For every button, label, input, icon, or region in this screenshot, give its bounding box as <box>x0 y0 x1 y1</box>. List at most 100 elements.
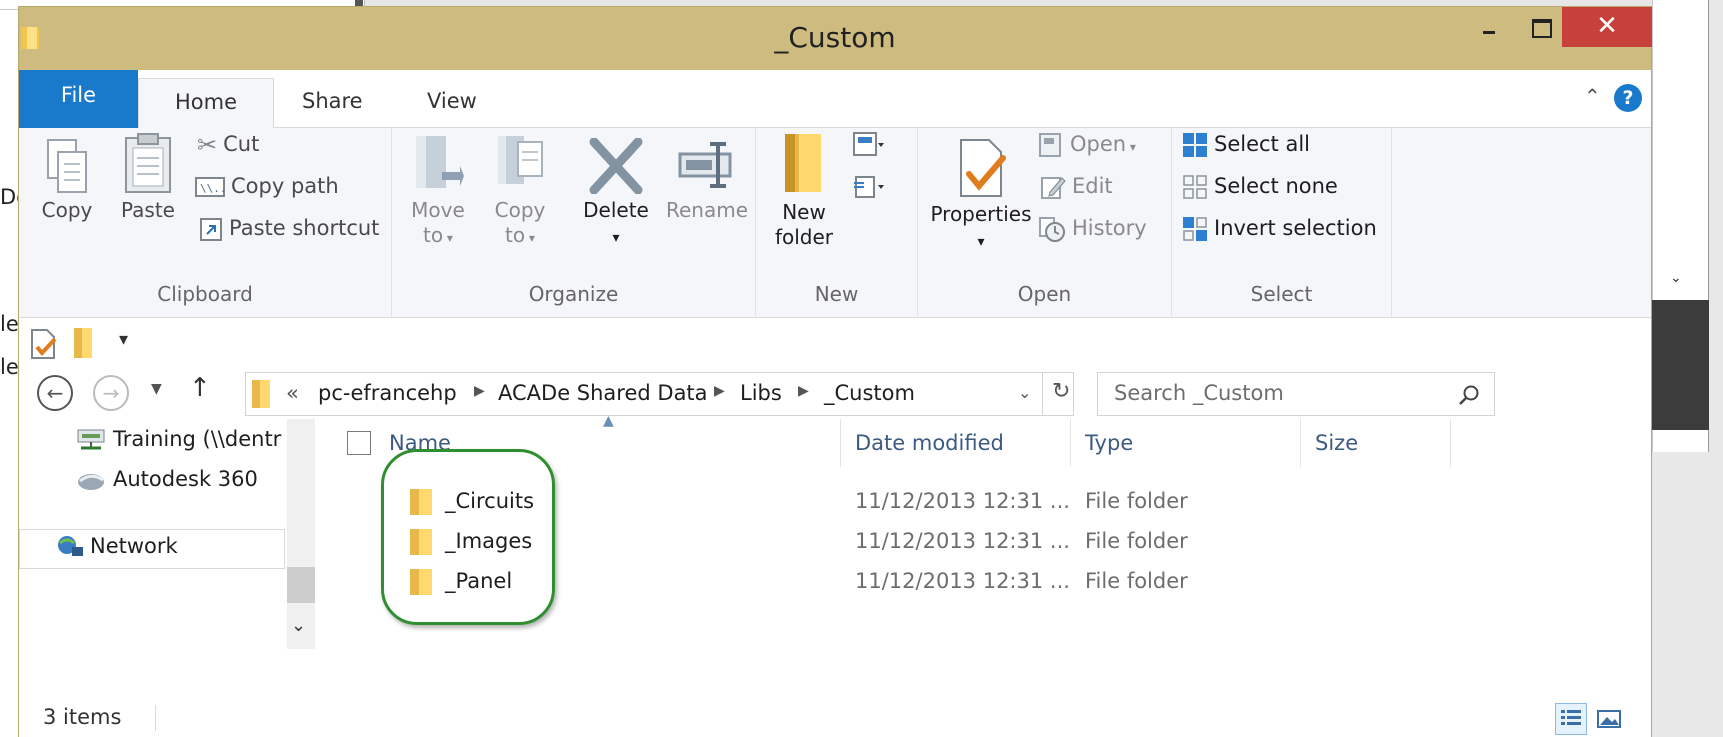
window-title: _Custom <box>774 21 896 54</box>
copy-path-button[interactable]: \\.. Copy path <box>195 170 339 202</box>
up-button[interactable]: ↑ <box>189 373 211 403</box>
new-group: New folder New <box>756 128 918 318</box>
customize-toolbar-icon[interactable]: ▾ <box>119 329 128 350</box>
tab-home[interactable]: Home <box>138 78 274 128</box>
history-button[interactable]: History <box>1038 212 1147 244</box>
select-none-label: Select none <box>1214 174 1338 198</box>
copy-to-label-2: to <box>505 223 526 247</box>
ribbon-tabs: File Home Share View ⌃ ? <box>19 70 1651 128</box>
new-item-button[interactable] <box>852 128 890 160</box>
close-button[interactable]: ✕ <box>1562 7 1652 47</box>
scroll-down-icon[interactable]: ⌄ <box>291 615 306 636</box>
rename-button[interactable]: Rename <box>662 138 752 223</box>
breadcrumb-separator-icon[interactable]: ▶ <box>714 383 725 399</box>
minimize-ribbon-icon[interactable]: ⌃ <box>1584 84 1601 108</box>
recent-locations-button[interactable]: ▼ <box>151 381 162 397</box>
cut-button[interactable]: ✂ Cut <box>197 128 259 160</box>
dropdown-arrow-icon: ▾ <box>977 234 985 250</box>
move-to-button[interactable]: Move to ▾ <box>406 132 470 251</box>
invert-selection-button[interactable]: Invert selection <box>1182 212 1377 244</box>
properties-icon <box>960 139 1006 197</box>
invert-selection-icon <box>1183 217 1207 241</box>
rename-label: Rename <box>665 198 749 222</box>
copy-button[interactable]: Copy <box>37 138 97 223</box>
file-type: File folder <box>1085 569 1188 593</box>
large-icons-view-button[interactable] <box>1593 703 1625 735</box>
forward-button[interactable]: → <box>93 375 129 411</box>
file-type: File folder <box>1085 529 1188 553</box>
new-group-label: New <box>814 282 859 306</box>
nav-item-autodesk-360[interactable]: Autodesk 360 <box>75 467 258 492</box>
back-button[interactable]: ← <box>37 375 73 411</box>
background-text-fragment: le <box>0 312 19 336</box>
edit-button[interactable]: Edit <box>1040 170 1113 202</box>
nav-item-training[interactable]: Training (\\dentr <box>75 427 281 452</box>
details-view-button[interactable] <box>1555 703 1587 735</box>
chevron-down-icon[interactable]: ⌄ <box>1018 383 1031 402</box>
tab-share[interactable]: Share <box>274 78 391 128</box>
rename-icon <box>678 142 732 188</box>
paste-button[interactable]: Paste <box>117 132 179 223</box>
file-date: 11/12/2013 12:31 ... <box>855 569 1070 593</box>
new-folder-icon[interactable] <box>71 327 97 359</box>
svg-text:\\..: \\.. <box>200 182 225 195</box>
title-bar[interactable]: _Custom ✕ <box>19 7 1652 70</box>
open-group: Properties ▾ Open ▾ Edit History Open <box>918 128 1172 318</box>
breadcrumb-overflow[interactable]: « <box>286 381 299 405</box>
clipboard-group-label: Clipboard <box>157 282 253 306</box>
edit-icon <box>1041 177 1066 199</box>
nav-scrollbar-thumb[interactable] <box>287 567 315 603</box>
address-bar[interactable]: « pc-efrancehp ▶ ACADe Shared Data ▶ Lib… <box>245 372 1074 416</box>
history-label: History <box>1072 216 1147 240</box>
breadcrumb-separator-icon[interactable]: ▶ <box>474 383 485 399</box>
breadcrumb-item[interactable]: _Custom <box>824 381 915 405</box>
select-all-checkbox[interactable] <box>347 431 371 455</box>
folder-icon <box>252 380 270 408</box>
open-button[interactable]: Open ▾ <box>1038 128 1136 160</box>
navigation-bar: ← → ▼ ↑ « pc-efrancehp ▶ ACADe Shared Da… <box>19 369 1651 419</box>
select-group: Select all Select none Invert selection … <box>1172 128 1392 318</box>
search-box[interactable]: Search _Custom <box>1097 372 1495 416</box>
dropdown-arrow-icon: ▾ <box>612 230 620 246</box>
help-icon[interactable]: ? <box>1614 84 1642 112</box>
select-none-button[interactable]: Select none <box>1182 170 1338 202</box>
breadcrumb-item[interactable]: ACADe Shared Data <box>498 381 708 405</box>
chevron-down-icon: ⌄ <box>1670 270 1682 286</box>
properties-icon[interactable] <box>29 329 57 359</box>
new-folder-label-2: folder <box>774 225 834 249</box>
delete-label: Delete <box>583 198 649 222</box>
delete-button[interactable]: Delete ▾ <box>576 138 656 251</box>
properties-button[interactable]: Properties ▾ <box>922 138 1040 255</box>
select-none-icon <box>1183 175 1207 199</box>
file-date: 11/12/2013 12:31 ... <box>855 489 1070 513</box>
new-folder-label: New <box>782 200 826 224</box>
column-header-type[interactable]: Type <box>1071 419 1301 467</box>
search-icon[interactable] <box>1458 384 1480 406</box>
copy-icon <box>47 139 87 193</box>
breadcrumb-item[interactable]: Libs <box>740 381 782 405</box>
quick-access-toolbar: ▾ <box>19 319 1651 369</box>
tab-file[interactable]: File <box>19 70 138 128</box>
copy-to-button[interactable]: Copy to ▾ <box>488 132 552 251</box>
select-all-button[interactable]: Select all <box>1182 128 1310 160</box>
breadcrumb-separator-icon[interactable]: ▶ <box>798 383 809 399</box>
minimize-button[interactable] <box>1468 7 1510 47</box>
network-drive-icon <box>77 429 105 450</box>
refresh-icon[interactable]: ↻ <box>1052 379 1070 404</box>
maximize-button[interactable] <box>1519 7 1561 47</box>
annotation-highlight-ring <box>381 449 555 625</box>
new-folder-button[interactable]: New folder <box>764 132 844 250</box>
nav-item-network[interactable]: Network <box>19 529 285 569</box>
status-divider <box>155 705 156 731</box>
nav-item-label: Training (\\dentr <box>113 427 282 451</box>
column-header-size[interactable]: Size <box>1301 419 1451 467</box>
paste-shortcut-button[interactable]: Paste shortcut <box>199 212 379 244</box>
file-type: File folder <box>1085 489 1188 513</box>
column-header-date[interactable]: Date modified <box>841 419 1071 467</box>
open-group-label: Open <box>1017 282 1072 306</box>
dropdown-arrow-icon: ▾ <box>443 231 453 245</box>
easy-access-button[interactable] <box>852 170 890 202</box>
tab-view[interactable]: View <box>399 78 505 128</box>
status-bar: 3 items <box>19 699 1651 737</box>
breadcrumb-item[interactable]: pc-efrancehp <box>318 381 457 405</box>
